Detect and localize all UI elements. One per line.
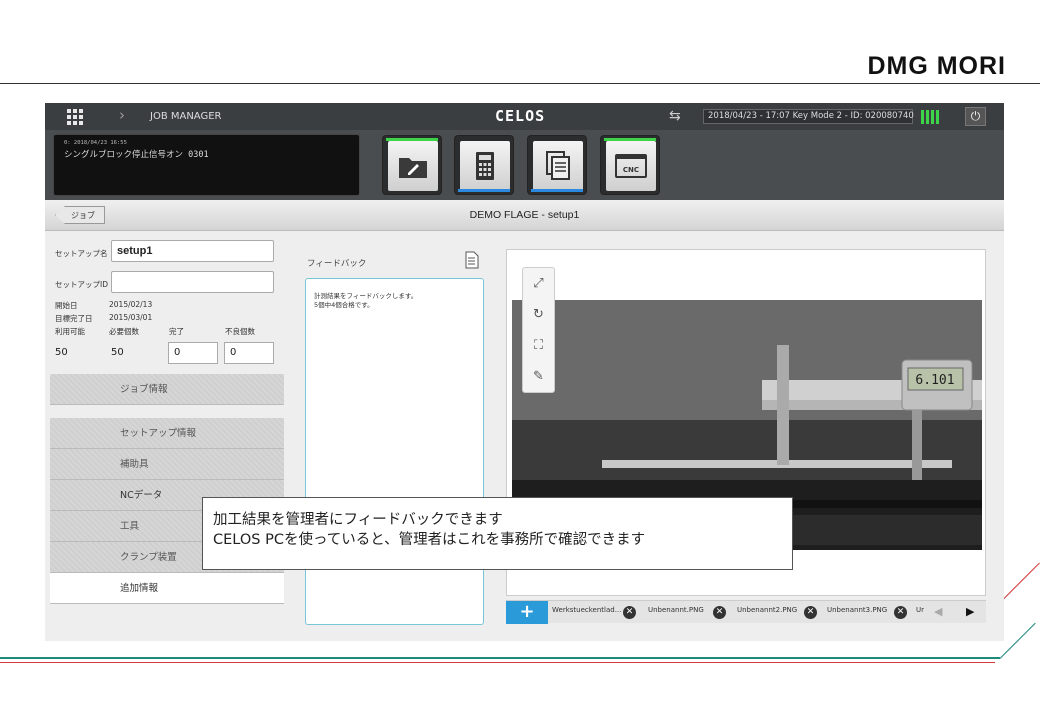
message-timestamp: 0: 2018/04/23 16:55 [64, 140, 127, 146]
chevron-right-icon: › [119, 106, 125, 124]
defect-label: 不良個数 [225, 327, 255, 336]
done-count-field[interactable]: 0 [168, 342, 218, 364]
section-setup-info[interactable]: セットアップ情報 [50, 418, 284, 449]
tab-attachment-3[interactable]: Unbenannt2.PNG [737, 606, 797, 614]
document-icon[interactable] [465, 251, 479, 269]
top-bar: › JOB MANAGER CELOS ⇆ 2018/04/23 - 17:07… [45, 103, 1004, 130]
setup-name-field[interactable]: setup1 [111, 240, 274, 262]
power-icon[interactable]: ⏻ [965, 107, 986, 126]
message-panel: 0: 2018/04/23 16:55 シングルブロック停止信号オン 0301 [53, 134, 360, 196]
feedback-line-2: 5個中4個合格です。 [314, 301, 374, 309]
message-text: シングルブロック停止信号オン 0301 [64, 150, 209, 160]
celos-title: CELOS [495, 107, 546, 125]
section-fixtures[interactable]: 補助具 [50, 449, 284, 480]
app-launcher-bar: 0: 2018/04/23 16:55 シングルブロック停止信号オン 0301 [45, 130, 1004, 200]
feedback-line-1: 計測結果をフィードバックします。 [314, 292, 418, 300]
breadcrumb-bar: ジョブ DEMO FLAGE - setup1 [45, 200, 1004, 231]
setup-name-label: セットアップ名 [55, 249, 108, 258]
folder-edit-icon [399, 158, 427, 178]
status-readout: 2018/04/23 - 17:07 Key Mode 2 - ID: 0200… [703, 109, 914, 124]
dmg-mori-logo: DMG MORI [867, 52, 1006, 80]
annotation-callout: 加工結果を管理者にフィードバックできます CELOS PCを使っていると、管理者… [202, 497, 793, 570]
attachment-tabs: + Werkstueckentlad... ✕ Unbenannt.PNG ✕ … [506, 600, 986, 624]
calculator-icon [476, 152, 494, 180]
available-label: 利用可能 [55, 327, 85, 336]
setup-id-field[interactable] [111, 271, 274, 293]
close-tab-icon[interactable]: ✕ [623, 606, 636, 619]
app-name: JOB MANAGER [150, 111, 222, 122]
available-value: 50 [55, 347, 68, 358]
svg-text:6.101: 6.101 [915, 373, 954, 388]
signal-bars-icon [921, 110, 939, 124]
footer-slash-teal [999, 622, 1036, 659]
viewer-toolbar: ⤢ ↻ ⛶ ✎ [522, 267, 555, 393]
feedback-textarea[interactable]: 計測結果をフィードバックします。 5個中4個合格です。 [305, 278, 484, 625]
required-value: 50 [111, 347, 124, 358]
cnc-icon: CNC [615, 154, 647, 178]
swap-arrows-icon[interactable]: ⇆ [669, 108, 681, 124]
svg-text:CNC: CNC [623, 166, 639, 174]
callout-line-1: 加工結果を管理者にフィードバックできます [213, 512, 503, 528]
documents-app-button[interactable] [527, 135, 587, 195]
footer-rule-teal [0, 657, 1000, 659]
required-label: 必要個数 [109, 327, 139, 336]
setup-id-label: セットアップID [55, 280, 108, 289]
add-attachment-button[interactable]: + [506, 601, 548, 624]
rotate-icon[interactable]: ↻ [523, 299, 554, 330]
header-divider [0, 83, 1040, 84]
section-job-info[interactable]: ジョブ情報 [50, 374, 284, 405]
target-date-label: 目標完了日 [55, 314, 93, 323]
folder-edit-app-button[interactable] [382, 135, 442, 195]
tab-attachment-4[interactable]: Unbenannt3.PNG [827, 606, 887, 614]
feedback-label: フィードバック [307, 259, 367, 269]
done-label: 完了 [169, 327, 184, 336]
start-date-label: 開始日 [55, 301, 78, 310]
page-title: DEMO FLAGE - setup1 [469, 209, 580, 221]
tab-attachment-5[interactable]: Ur [916, 606, 924, 614]
app-grid-icon[interactable] [67, 109, 83, 125]
section-additional-info[interactable]: 追加情報 [50, 573, 284, 604]
fit-screen-icon[interactable]: ⛶ [523, 330, 554, 361]
expand-icon[interactable]: ⤢ [523, 268, 554, 299]
start-date-value: 2015/02/13 [109, 300, 153, 309]
close-tab-icon[interactable]: ✕ [894, 606, 907, 619]
tab-attachment-1[interactable]: Werkstueckentlad... [552, 606, 621, 614]
close-tab-icon[interactable]: ✕ [713, 606, 726, 619]
calculator-app-button[interactable] [454, 135, 514, 195]
tabs-next-icon[interactable]: ▶ [966, 605, 974, 618]
callout-line-2: CELOS PCを使っていると、管理者はこれを事務所で確認できます [213, 532, 646, 548]
tabs-prev-icon[interactable]: ◀ [934, 605, 942, 618]
footer-rule-red [0, 662, 995, 663]
target-date-value: 2015/03/01 [109, 313, 153, 322]
documents-icon [546, 151, 570, 180]
defect-count-field[interactable]: 0 [224, 342, 274, 364]
brush-icon[interactable]: ✎ [523, 361, 554, 392]
close-tab-icon[interactable]: ✕ [804, 606, 817, 619]
cnc-app-button[interactable]: CNC [600, 135, 660, 195]
tab-attachment-2[interactable]: Unbenannt.PNG [648, 606, 704, 614]
